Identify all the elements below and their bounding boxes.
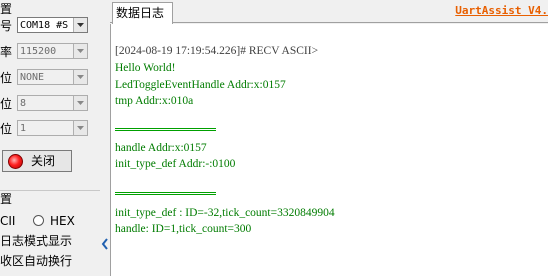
parity-label: 位 xyxy=(0,71,13,85)
log-line: init_type_def : ID=-32,tick_count=332084… xyxy=(115,207,335,219)
stopbits-label: 位 xyxy=(0,122,13,136)
panel-collapse-handle[interactable] xyxy=(100,0,110,276)
log-separator xyxy=(115,128,216,131)
combo-arrow-icon[interactable] xyxy=(73,44,87,58)
log-separator xyxy=(115,192,216,195)
databits-select[interactable]: 8 xyxy=(17,95,88,111)
auto-wrap-option[interactable]: 收区自动换行 xyxy=(0,254,72,268)
log-line: tmp Addr:x:010a xyxy=(115,95,194,107)
combo-arrow-icon[interactable] xyxy=(73,121,87,135)
log-line: handle Addr:x:0157 xyxy=(115,142,207,154)
parity-select[interactable]: NONE xyxy=(17,69,88,85)
log-mode-option[interactable]: 日志模式显示 xyxy=(0,234,72,248)
log-line: init_type_def Addr:-:0100 xyxy=(115,158,236,170)
databits-label: 位 xyxy=(0,97,13,111)
tab-data-log-label: 数据日志 xyxy=(116,6,165,20)
tab-data-log[interactable]: 数据日志 xyxy=(112,2,173,24)
parity-select-value: NONE xyxy=(20,72,45,83)
combo-arrow-icon[interactable] xyxy=(73,18,87,32)
log-line: Hello World! xyxy=(115,62,176,74)
receive-log-area[interactable]: [2024-08-19 17:19:54.226]# RECV ASCII> H… xyxy=(110,24,548,276)
red-led-icon xyxy=(8,154,23,169)
close-port-label: 关闭 xyxy=(31,154,56,168)
stopbits-select[interactable]: 1 xyxy=(17,120,88,136)
port-select[interactable]: COM18 #S xyxy=(17,17,88,33)
port-select-value: COM18 #S xyxy=(20,20,69,31)
log-line: LedToggleEventHandle Addr:x:0157 xyxy=(115,79,286,91)
stopbits-select-value: 1 xyxy=(20,123,27,134)
group-divider xyxy=(0,190,100,191)
port-label: 号 xyxy=(0,19,13,33)
ascii-option-label[interactable]: CII xyxy=(0,214,15,228)
combo-arrow-icon[interactable] xyxy=(73,96,87,110)
databits-select-value: 8 xyxy=(20,98,27,109)
baud-select[interactable]: 115200 xyxy=(17,43,88,59)
tab-bar: 数据日志 UartAssist V4. xyxy=(110,0,548,24)
log-line: [2024-08-19 17:19:54.226]# RECV ASCII> xyxy=(115,45,319,57)
log-line: handle: ID=1,tick_count=300 xyxy=(115,223,252,235)
chevron-left-icon[interactable] xyxy=(101,238,109,250)
close-port-button[interactable]: 关闭 xyxy=(2,150,72,172)
hex-radio[interactable] xyxy=(33,215,44,226)
hex-option-label[interactable]: HEX xyxy=(50,214,75,228)
receive-settings-title: 置 xyxy=(0,192,13,206)
baud-select-value: 115200 xyxy=(20,46,57,57)
brand-link[interactable]: UartAssist V4. xyxy=(455,4,548,17)
combo-arrow-icon[interactable] xyxy=(73,70,87,84)
serial-settings-title: 置 xyxy=(0,2,13,16)
baud-label: 率 xyxy=(0,45,13,59)
serial-settings-panel: 置 号 COM18 #S 率 115200 位 NONE 位 8 位 1 关闭 … xyxy=(0,0,100,276)
